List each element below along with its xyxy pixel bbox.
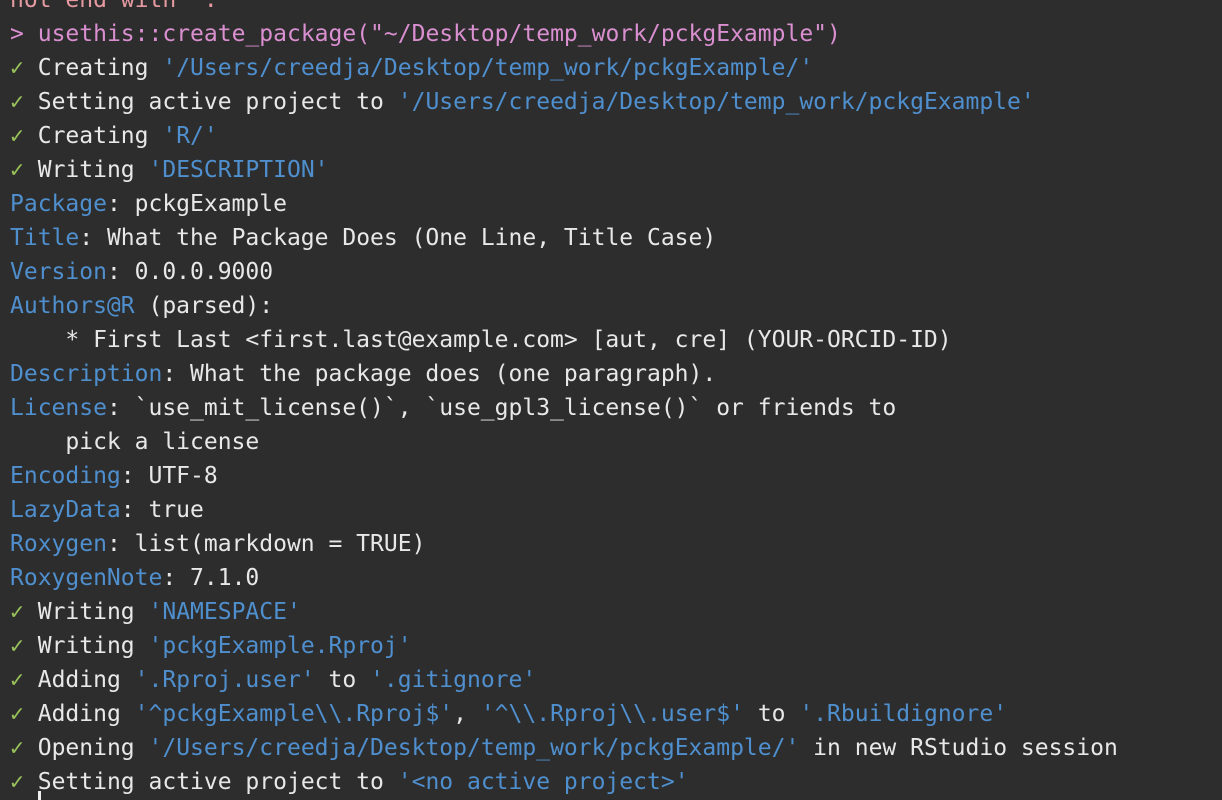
check-icon: ✓ xyxy=(10,701,24,727)
description-field: Authors@R (parsed): xyxy=(10,289,1222,323)
check-icon: ✓ xyxy=(10,599,24,625)
check-icon: ✓ xyxy=(10,89,24,115)
author-entry: * First Last <first.last@example.com> [a… xyxy=(10,327,952,353)
check-icon: ✓ xyxy=(10,667,24,693)
console-line: ✓ Opening '/Users/creedja/Desktop/temp_w… xyxy=(10,735,1118,761)
path-text: '.Rbuildignore' xyxy=(799,701,1008,727)
description-field: Package: pckgExample xyxy=(10,187,1222,221)
check-icon: ✓ xyxy=(10,55,24,81)
path-text: 'pckgExample.Rproj' xyxy=(148,633,412,659)
description-field: License: `use_mit_license()`, `use_gpl3_… xyxy=(10,391,1222,425)
field-key: License xyxy=(10,395,107,421)
console-line: ✓ Adding '^pckgExample\\.Rproj$', '^\\.R… xyxy=(10,701,1008,727)
path-text: '.Rproj.user' xyxy=(134,667,315,693)
field-value: : What the package does (one paragraph). xyxy=(162,361,717,387)
check-icon: ✓ xyxy=(10,633,24,659)
field-value: : pckgExample xyxy=(106,191,287,217)
prompt-symbol: > xyxy=(10,21,24,47)
check-icon: ✓ xyxy=(10,157,24,183)
field-value: : list(markdown = TRUE) xyxy=(106,531,426,557)
console-line-partial: not end with '. xyxy=(10,0,1222,17)
path-text: '^pckgExample\\.Rproj$' xyxy=(134,701,454,727)
field-value: : `use_mit_license()`, `use_gpl3_license… xyxy=(106,395,897,421)
field-value: : 7.1.0 xyxy=(162,565,260,591)
field-key: Title xyxy=(10,225,80,251)
field-key: Encoding xyxy=(10,463,121,489)
console-line: ✓ Writing 'DESCRIPTION' xyxy=(10,157,329,183)
field-value: : 0.0.0.9000 xyxy=(106,259,274,285)
path-text: 'NAMESPACE' xyxy=(148,599,301,625)
field-value: : UTF-8 xyxy=(120,463,218,489)
description-field: Description: What the package does (one … xyxy=(10,357,1222,391)
field-key: Description xyxy=(10,361,163,387)
field-key: Authors@R xyxy=(10,293,135,319)
console-line: ✓ Writing 'pckgExample.Rproj' xyxy=(10,633,412,659)
command-text: usethis::create_package("~/Desktop/temp_… xyxy=(37,21,841,47)
field-value: : true xyxy=(120,497,204,523)
description-field: Encoding: UTF-8 xyxy=(10,459,1222,493)
license-continuation: pick a license xyxy=(10,429,260,455)
check-icon: ✓ xyxy=(10,735,24,761)
field-value: : What the Package Does (One Line, Title… xyxy=(79,225,717,251)
path-text: '/Users/creedja/Desktop/temp_work/pckgEx… xyxy=(162,55,814,81)
description-field: Version: 0.0.0.9000 xyxy=(10,255,1222,289)
field-key: Package xyxy=(10,191,107,217)
console-line: ✓ Creating '/Users/creedja/Desktop/temp_… xyxy=(10,55,814,81)
console-line: ✓ Writing 'NAMESPACE' xyxy=(10,599,301,625)
console-line: ✓ Setting active project to '<no active … xyxy=(10,769,689,795)
path-text: 'DESCRIPTION' xyxy=(148,157,329,183)
check-icon: ✓ xyxy=(10,769,24,795)
field-key: Roxygen xyxy=(10,531,107,557)
console-output: not end with '. > usethis::create_packag… xyxy=(10,0,1222,799)
path-text: '^\\.Rproj\\.user$' xyxy=(480,701,744,727)
path-text: '/Users/creedja/Desktop/temp_work/pckgEx… xyxy=(397,89,1035,115)
console-line: ✓ Creating 'R/' xyxy=(10,123,218,149)
field-key: Version xyxy=(10,259,107,285)
field-key: RoxygenNote xyxy=(10,565,163,591)
field-key: LazyData xyxy=(10,497,121,523)
console-command-line: > usethis::create_package("~/Desktop/tem… xyxy=(10,17,1222,51)
path-text: 'R/' xyxy=(162,123,218,149)
text-cursor xyxy=(38,791,41,800)
description-field: Title: What the Package Does (One Line, … xyxy=(10,221,1222,255)
partial-text: not end with '. xyxy=(10,0,218,13)
path-text: '<no active project>' xyxy=(397,769,689,795)
r-console[interactable]: not end with '. > usethis::create_packag… xyxy=(0,0,1222,800)
path-text: '.gitignore' xyxy=(370,667,537,693)
path-text: '/Users/creedja/Desktop/temp_work/pckgEx… xyxy=(148,735,800,761)
console-line: ✓ Setting active project to '/Users/cree… xyxy=(10,89,1035,115)
field-value: (parsed): xyxy=(134,293,274,319)
console-line: ✓ Adding '.Rproj.user' to '.gitignore' xyxy=(10,667,537,693)
description-field: LazyData: true xyxy=(10,493,1222,527)
check-icon: ✓ xyxy=(10,123,24,149)
description-field: Roxygen: list(markdown = TRUE) xyxy=(10,527,1222,561)
description-field: RoxygenNote: 7.1.0 xyxy=(10,561,1222,595)
